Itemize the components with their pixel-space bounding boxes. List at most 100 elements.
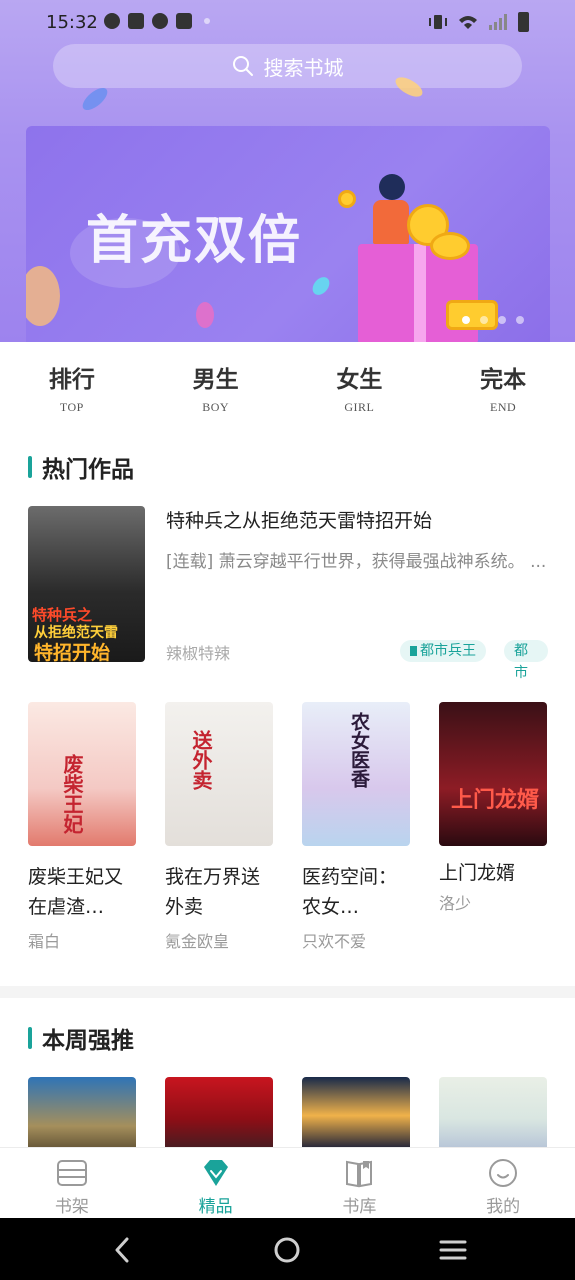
category-end[interactable]: 完本 END (431, 360, 575, 420)
tab-bookshelf[interactable]: 书架 (0, 1148, 144, 1218)
coin-icon (430, 232, 470, 260)
book-grid: 废柴王妃 废柴王妃又在虐渣… 霜白 送外卖 我在万界送外卖 氪金欧皇 农女医香 … (28, 702, 548, 962)
signal-icon (489, 14, 507, 30)
category-boy[interactable]: 男生 BOY (144, 360, 288, 420)
search-placeholder: 搜索书城 (263, 55, 344, 80)
wifi-icon (459, 16, 477, 29)
notification-icons (104, 13, 210, 29)
bottom-tab-bar: 书架 精品 书库 我的 (0, 1147, 575, 1218)
category-sublabel: GIRL (344, 400, 375, 414)
cover-text: 农女医香 (348, 712, 370, 788)
tab-premium[interactable]: 精品 (144, 1148, 288, 1218)
category-sublabel: END (490, 400, 517, 414)
book-cover[interactable] (439, 1077, 547, 1147)
section-title: 热门作品 (42, 457, 134, 483)
book-cover[interactable] (302, 1077, 410, 1147)
genre-tag-label: 都市 (514, 643, 528, 681)
tab-label: 精品 (198, 1197, 233, 1217)
mail-icon (176, 13, 192, 29)
cover-text: 废柴王妃 (60, 754, 84, 834)
category-sublabel: TOP (59, 400, 84, 414)
banner-pagination (462, 316, 524, 324)
system-icons (428, 12, 529, 32)
check-icon (152, 13, 168, 29)
category-label: 男生 (192, 366, 239, 393)
hot-section-header: 热门作品 (28, 450, 134, 484)
pagination-dot[interactable] (516, 316, 524, 324)
book-author: 氪金欧皇 (165, 932, 230, 951)
tab-label: 我的 (486, 1197, 521, 1217)
smile-icon (489, 1159, 518, 1187)
book-cover[interactable]: 送外卖 (165, 702, 273, 846)
settings-icon (104, 13, 120, 29)
pagination-dot[interactable] (480, 316, 488, 324)
gold-ingot-icon (446, 300, 498, 330)
bookmark-icon (410, 646, 417, 656)
cover-text: 特招开始 (34, 642, 111, 662)
coin-icon (338, 190, 356, 208)
featured-book[interactable]: 特种兵之 从拒绝范天雷 特招开始 特种兵之从拒绝范天雷特招开始 [连载] 萧云穿… (28, 506, 548, 681)
section-accent-bar (28, 456, 32, 478)
weekly-section-header: 本周强推 (28, 1021, 134, 1055)
book-cover[interactable] (28, 1077, 136, 1147)
library-icon (346, 1160, 373, 1188)
book-author: 洛少 (439, 894, 472, 913)
book-cover[interactable] (165, 1077, 273, 1147)
book-author: 只欢不爱 (302, 932, 367, 951)
banner-headline: 首充双倍 (86, 210, 303, 271)
section-divider (0, 986, 575, 998)
category-top[interactable]: 排行 TOP (0, 360, 144, 420)
mail-icon (128, 13, 144, 29)
category-nav: 排行 TOP 男生 BOY 女生 GIRL 完本 END (0, 360, 575, 420)
pagination-dot[interactable] (462, 316, 470, 324)
pagination-dot[interactable] (498, 316, 506, 324)
category-label: 女生 (336, 366, 383, 393)
leaf-decoration (196, 302, 214, 328)
category-label: 完本 (480, 366, 527, 393)
book-author: 霜白 (28, 932, 61, 951)
book-card[interactable]: 上门龙婿 上门龙婿 洛少 (439, 702, 547, 914)
tab-label: 书库 (342, 1197, 377, 1217)
section-accent-bar (28, 1027, 32, 1049)
leaf-decoration (26, 266, 60, 326)
featured-book-description: [连载] 萧云穿越平行世界，获得最强战神系统。 ... (166, 552, 547, 572)
vibrate-icon (429, 15, 447, 29)
featured-book-title[interactable]: 特种兵之从拒绝范天雷特招开始 (166, 506, 432, 533)
category-girl[interactable]: 女生 GIRL (288, 360, 432, 420)
genre-tag[interactable]: 都市兵王 (400, 640, 486, 662)
battery-icon (518, 12, 529, 32)
book-cover[interactable]: 废柴王妃 (28, 702, 136, 846)
tab-mine[interactable]: 我的 (431, 1148, 575, 1218)
book-cover[interactable]: 上门龙婿 (439, 702, 547, 846)
dot-icon (204, 18, 210, 24)
system-nav-bar (0, 1218, 575, 1280)
genre-tag[interactable]: 都市 (504, 640, 548, 681)
search-bar[interactable]: 搜索书城 (53, 44, 522, 88)
book-cover[interactable]: 农女医香 (302, 702, 410, 846)
category-sublabel: BOY (202, 400, 230, 414)
book-title: 废柴王妃又在虐渣… (28, 866, 124, 918)
bookshelf-icon (56, 1160, 87, 1186)
promo-banner[interactable]: 首充双倍 (26, 126, 550, 342)
person-illustration (371, 174, 411, 246)
weekly-book-row (28, 1077, 548, 1147)
section-title: 本周强推 (42, 1028, 134, 1054)
book-card[interactable]: 送外卖 我在万界送外卖 氪金欧皇 (165, 702, 273, 952)
cover-text: 上门龙婿 (451, 788, 540, 813)
genre-tag-label: 都市兵王 (420, 643, 476, 659)
book-card[interactable]: 废柴王妃 废柴王妃又在虐渣… 霜白 (28, 702, 136, 952)
gift-ribbon (414, 244, 426, 342)
book-title: 上门龙婿 (439, 862, 516, 884)
search-icon (232, 56, 253, 76)
book-title: 我在万界送外卖 (165, 866, 261, 918)
leaf-decoration (309, 273, 333, 299)
status-bar: 15:32 (0, 0, 575, 46)
tab-label: 书架 (54, 1197, 89, 1217)
menu-icon[interactable] (438, 1235, 468, 1265)
home-icon[interactable] (272, 1235, 302, 1265)
book-card[interactable]: 农女医香 医药空间：农女… 只欢不爱 (302, 702, 410, 952)
diamond-icon (203, 1160, 228, 1186)
featured-book-cover[interactable]: 特种兵之 从拒绝范天雷 特招开始 (28, 506, 145, 662)
back-icon[interactable] (108, 1235, 138, 1265)
tab-library[interactable]: 书库 (288, 1148, 432, 1218)
